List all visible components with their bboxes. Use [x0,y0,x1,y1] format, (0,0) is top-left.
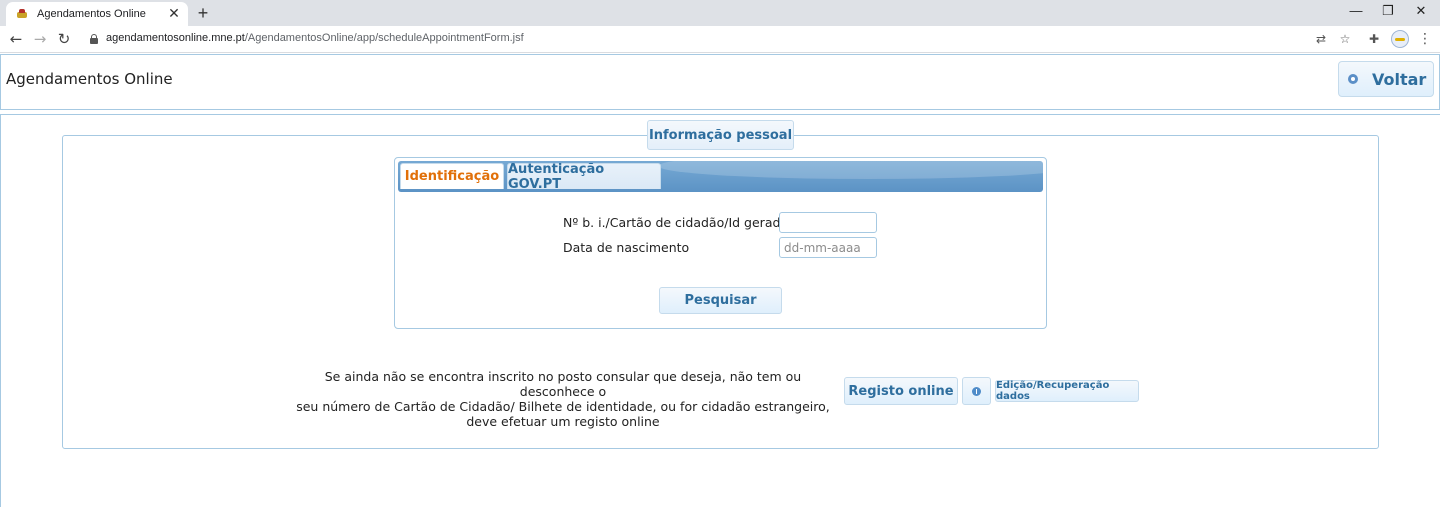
registration-info-line: deve efetuar um registo online [466,414,660,429]
search-button[interactable]: Pesquisar [659,287,782,314]
back-button-label: Voltar [1372,69,1427,89]
page-title: Agendamentos Online [6,70,173,88]
info-button[interactable] [962,377,991,405]
registration-info-line: seu número de Cartão de Cidadão/ Bilhete… [296,399,830,414]
id-number-input[interactable] [779,212,877,233]
browser-tab[interactable]: Agendamentos Online ✕ [6,2,188,26]
browser-tabstrip: Agendamentos Online ✕ + — ❐ ✕ [0,0,1440,26]
browser-tab-title: Agendamentos Online [37,8,146,20]
address-bar[interactable]: agendamentosonline.mne.pt/AgendamentosOn… [82,29,1362,50]
profile-avatar[interactable] [1391,30,1409,48]
window-close-icon[interactable]: ✕ [1411,3,1431,19]
lock-icon [90,34,98,44]
tab-autenticacao-govpt[interactable]: Autenticação GOV.PT [507,162,661,192]
circle-arrow-icon [1348,74,1358,84]
registration-info-line: Se ainda não se encontra inscrito no pos… [324,369,802,399]
birth-date-input[interactable] [779,237,877,258]
close-tab-icon[interactable]: ✕ [164,7,184,21]
personal-info-legend: Informação pessoal [647,120,794,150]
birth-date-label: Data de nascimento [563,240,690,255]
crown-favicon-icon [16,8,28,20]
star-icon[interactable]: ☆ [1337,31,1353,47]
registration-info-text: Se ainda não se encontra inscrito no pos… [293,369,833,429]
id-number-label: Nº b. i./Cartão de cidadão/Id gerado [563,215,789,230]
extensions-icon[interactable]: ✚ [1366,31,1382,47]
browser-toolbar: ← → ↻ agendamentosonline.mne.pt/Agendame… [0,26,1440,53]
arrow-right-icon[interactable]: → [31,30,49,48]
url-text: agendamentosonline.mne.pt/AgendamentosOn… [106,32,524,44]
new-tab-icon[interactable]: + [194,3,212,23]
info-icon [972,386,981,396]
tab-identificacao[interactable]: Identificação [400,163,504,189]
register-online-button[interactable]: Registo online [844,377,958,405]
app-header: Agendamentos Online Voltar [0,54,1440,110]
translate-icon[interactable]: ⇄ [1313,31,1329,47]
reload-icon[interactable]: ↻ [55,30,73,48]
edit-recover-data-button[interactable]: Edição/Recuperação dados [995,380,1139,402]
kebab-menu-icon[interactable]: ⋮ [1418,30,1432,48]
restore-icon[interactable]: ❐ [1378,3,1398,19]
arrow-left-icon[interactable]: ← [7,30,25,48]
back-button[interactable]: Voltar [1338,61,1434,97]
minimize-icon[interactable]: — [1346,3,1366,18]
